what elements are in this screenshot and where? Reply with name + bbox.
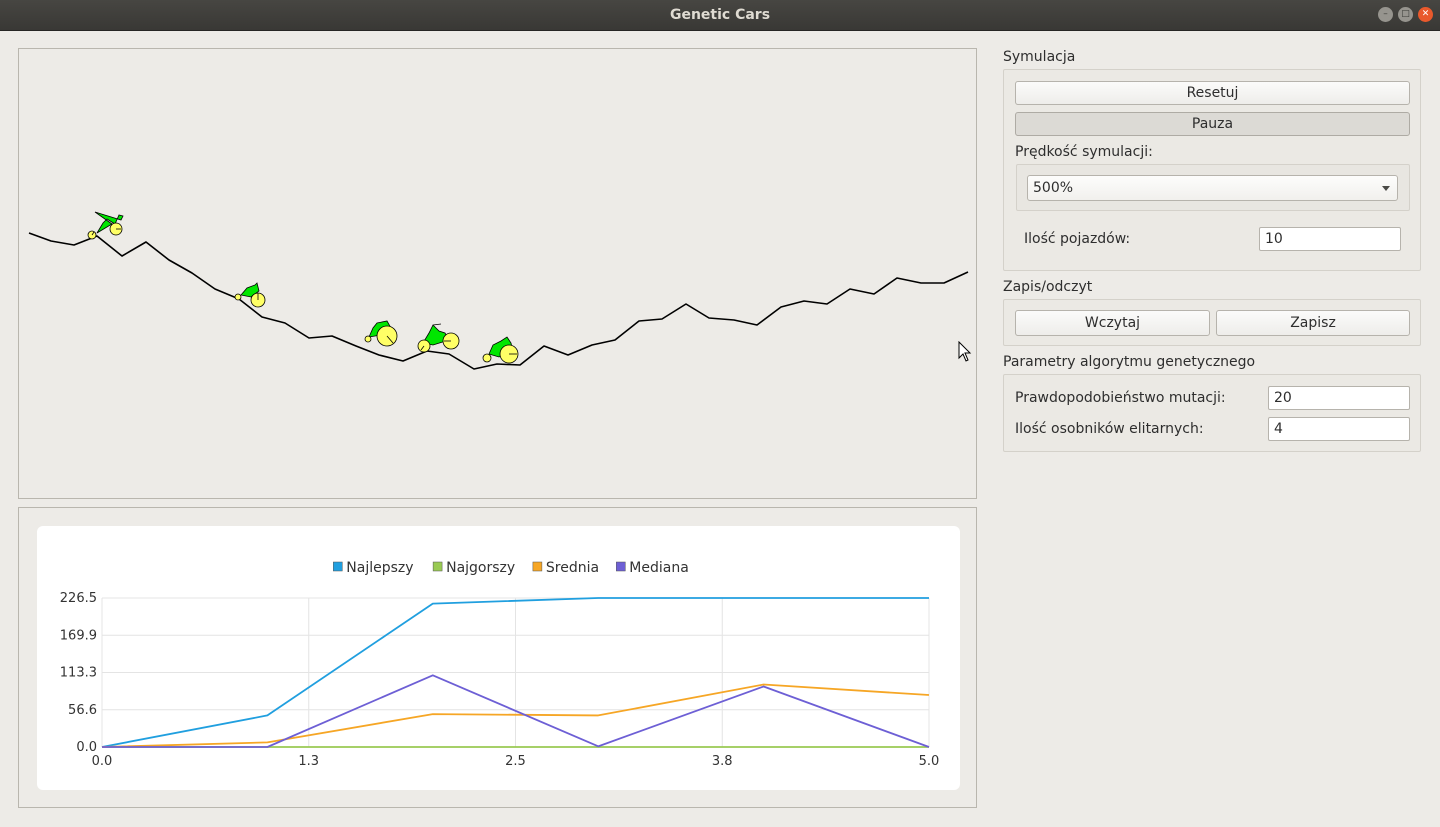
y-tick-label: 113.3	[60, 666, 97, 681]
speed-select[interactable]: 500%	[1027, 175, 1398, 201]
reset-button[interactable]: Resetuj	[1015, 81, 1410, 105]
save-load-group: Wczytaj Zapisz	[1003, 299, 1421, 346]
x-tick-label: 0.0	[92, 754, 113, 769]
car	[234, 282, 266, 308]
chevron-down-icon	[1382, 186, 1390, 191]
legend-label: Najgorszy	[446, 560, 515, 576]
legend-marker	[432, 561, 443, 572]
y-tick-label: 56.6	[68, 703, 97, 718]
legend-label: Mediana	[629, 560, 689, 576]
x-tick-label: 5.0	[919, 754, 940, 769]
fitness-chart: 0.0 56.6 113.3 169.9 226.5 0.0 1.3 2.5 3.8 5.0 Naj…	[37, 526, 960, 790]
y-tick-label: 0.0	[76, 740, 97, 755]
simulation-view[interactable]	[18, 48, 977, 499]
mouse-cursor-icon	[958, 341, 972, 362]
mutation-label: Prawdopodobieństwo mutacji:	[1015, 390, 1226, 406]
speed-label: Prędkość symulacji:	[1015, 144, 1153, 160]
x-tick-label: 2.5	[505, 754, 526, 769]
legend-label: Srednia	[546, 560, 599, 576]
mutation-input[interactable]: 20	[1268, 386, 1410, 410]
car	[482, 336, 519, 364]
x-tick-label: 1.3	[298, 754, 319, 769]
pause-button[interactable]: Pauza	[1015, 112, 1410, 136]
ga-params-group: Prawdopodobieństwo mutacji: 20 Ilość oso…	[1003, 374, 1421, 452]
car	[417, 323, 460, 353]
car	[364, 320, 398, 347]
x-tick-label: 3.8	[712, 754, 733, 769]
vehicles-label: Ilość pojazdów:	[1024, 231, 1131, 247]
close-icon[interactable]: ✕	[1418, 7, 1433, 22]
simulation-group-title: Symulacja	[1003, 49, 1076, 65]
title-bar: Genetic Cars – □ ✕	[0, 0, 1440, 31]
chart-panel: 0.0 56.6 113.3 169.9 226.5 0.0 1.3 2.5 3.8 5.0 Naj…	[18, 507, 977, 808]
ga-params-group-title: Parametry algorytmu genetycznego	[1003, 354, 1256, 370]
car	[87, 211, 124, 240]
elite-label: Ilość osobników elitarnych:	[1015, 421, 1204, 437]
simulation-group: Resetuj Pauza Prędkość symulacji: 500% I…	[1003, 69, 1421, 271]
legend-marker	[532, 561, 543, 572]
legend-marker	[333, 561, 343, 572]
load-button[interactable]: Wczytaj	[1015, 310, 1210, 336]
vehicles-input[interactable]: 10	[1259, 227, 1401, 251]
y-tick-label: 226.5	[60, 591, 97, 606]
save-load-group-title: Zapis/odczyt	[1003, 279, 1093, 295]
speed-box: 500%	[1016, 164, 1410, 211]
legend-marker	[616, 561, 626, 572]
elite-input[interactable]: 4	[1268, 417, 1410, 441]
legend-label: Najlepszy	[346, 560, 413, 576]
maximize-icon[interactable]: □	[1398, 7, 1413, 22]
speed-select-value: 500%	[1033, 180, 1074, 196]
save-button[interactable]: Zapisz	[1216, 310, 1410, 336]
y-tick-label: 169.9	[60, 628, 97, 643]
minimize-icon[interactable]: –	[1378, 7, 1393, 22]
window-title: Genetic Cars	[669, 7, 771, 23]
